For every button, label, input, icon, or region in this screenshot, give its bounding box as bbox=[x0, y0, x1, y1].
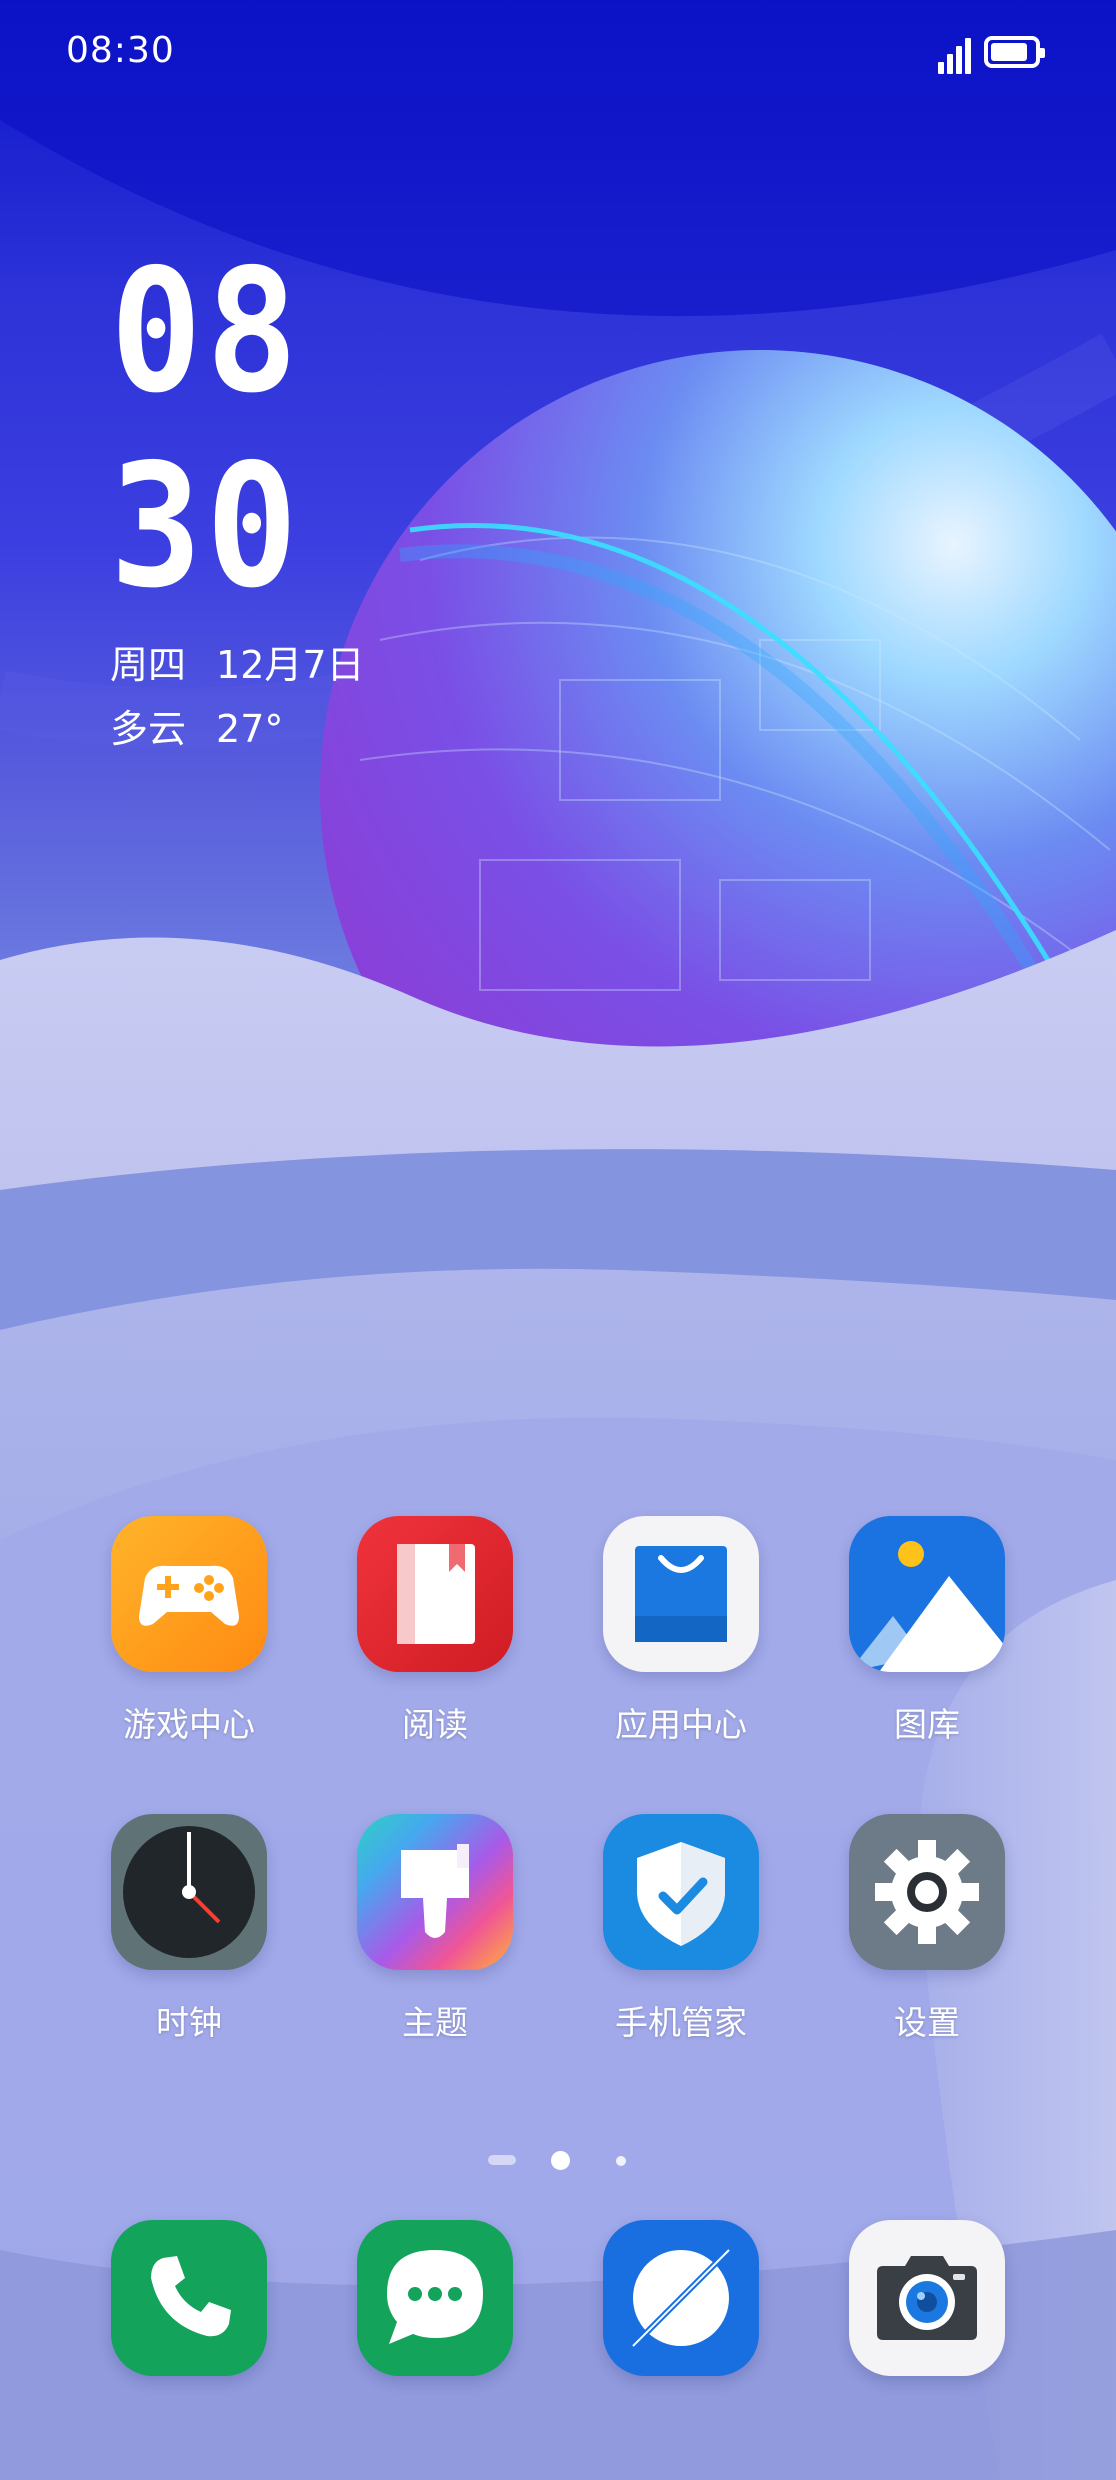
weather-row: 多云 27° bbox=[110, 697, 365, 761]
clock-minute: 30 bbox=[110, 428, 302, 626]
weather-condition: 多云 bbox=[110, 707, 187, 751]
book-icon bbox=[397, 1544, 475, 1644]
app-themes[interactable]: 主题 bbox=[320, 1814, 550, 2044]
shield-icon bbox=[637, 1842, 725, 1946]
clock-icon bbox=[123, 1826, 255, 1958]
status-time: 08:30 bbox=[66, 30, 175, 71]
page-indicator[interactable] bbox=[0, 2150, 1116, 2170]
app-label: 手机管家 bbox=[615, 2003, 747, 2042]
dock-phone[interactable] bbox=[74, 2220, 304, 2376]
clock-weather-widget[interactable]: 08 30 周四 12月7日 多云 27° bbox=[110, 235, 365, 761]
paintbrush-icon bbox=[401, 1844, 469, 1938]
page-dot-current[interactable] bbox=[551, 2151, 570, 2170]
dock-browser[interactable] bbox=[566, 2220, 796, 2376]
page-dot-home[interactable] bbox=[488, 2155, 516, 2165]
app-label: 阅读 bbox=[402, 1705, 468, 1744]
app-gallery[interactable]: 图库 bbox=[812, 1516, 1042, 1746]
app-clock[interactable]: 时钟 bbox=[74, 1814, 304, 2044]
app-label: 时钟 bbox=[156, 2003, 222, 2042]
phone-icon bbox=[151, 2256, 231, 2337]
camera-icon bbox=[877, 2256, 977, 2340]
dock-messages[interactable] bbox=[320, 2220, 550, 2376]
game-controller-icon bbox=[139, 1565, 239, 1626]
page-dot[interactable] bbox=[616, 2156, 626, 2166]
app-settings[interactable]: 设置 bbox=[812, 1814, 1042, 2044]
app-app-center[interactable]: 应用中心 bbox=[566, 1516, 796, 1746]
signal-icon bbox=[938, 34, 974, 74]
gear-icon bbox=[875, 1840, 979, 1944]
app-reading[interactable]: 阅读 bbox=[320, 1516, 550, 1746]
app-label: 设置 bbox=[894, 2003, 960, 2042]
date-row: 周四 12月7日 bbox=[110, 633, 365, 697]
clock-hour: 08 bbox=[110, 233, 302, 431]
weekday: 周四 bbox=[110, 643, 187, 687]
date: 12月7日 bbox=[216, 643, 365, 687]
message-icon bbox=[387, 2250, 483, 2344]
app-label: 主题 bbox=[402, 2003, 468, 2042]
battery-icon bbox=[984, 36, 1045, 68]
app-label: 应用中心 bbox=[615, 1705, 747, 1744]
app-game-center[interactable]: 游戏中心 bbox=[74, 1516, 304, 1746]
browser-icon bbox=[630, 2247, 732, 2349]
battery-level bbox=[991, 43, 1027, 61]
temperature: 27° bbox=[216, 707, 284, 751]
status-bar: 08:30 bbox=[0, 0, 1116, 110]
gallery-icon bbox=[849, 1541, 1005, 1672]
app-label: 图库 bbox=[894, 1705, 960, 1744]
app-label: 游戏中心 bbox=[123, 1705, 255, 1744]
dock-camera[interactable] bbox=[812, 2220, 1042, 2376]
shopping-bag-icon bbox=[635, 1546, 727, 1642]
app-phone-manager[interactable]: 手机管家 bbox=[566, 1814, 796, 2044]
